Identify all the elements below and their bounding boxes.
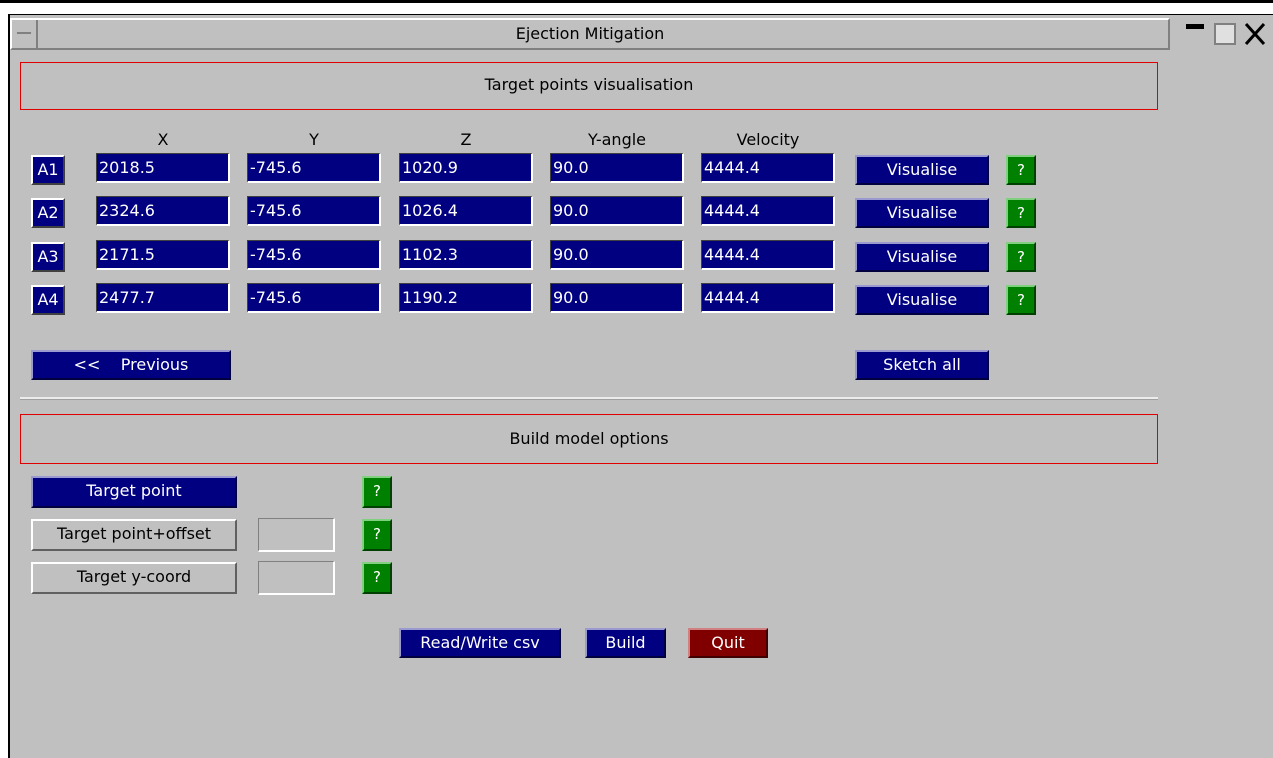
y-angle-field-a4[interactable]: 90.0 — [550, 283, 684, 313]
x-field-a2[interactable]: 2324.6 — [96, 196, 230, 226]
visualise-button-a1[interactable]: Visualise — [855, 155, 989, 185]
y-angle-field-a3[interactable]: 90.0 — [550, 240, 684, 270]
option-target-point[interactable]: Target point — [31, 476, 237, 508]
offset-value-field[interactable] — [258, 518, 335, 552]
option-target-point-offset[interactable]: Target point+offset — [31, 519, 237, 551]
column-header-y-angle: Y-angle — [587, 130, 647, 149]
help-button-a3[interactable]: ? — [1006, 242, 1036, 272]
y-field-a4[interactable]: -745.6 — [247, 283, 381, 313]
help-button-target-point[interactable]: ? — [362, 476, 392, 508]
row-label-a2[interactable]: A2 — [31, 198, 65, 228]
read-write-csv-button[interactable]: Read/Write csv — [399, 628, 561, 658]
help-button-a1[interactable]: ? — [1006, 155, 1036, 185]
section-build-model-options: Build model options — [20, 414, 1158, 464]
help-button-target-y-coord[interactable]: ? — [362, 562, 392, 594]
quit-button[interactable]: Quit — [688, 628, 768, 658]
previous-button[interactable]: << Previous — [31, 350, 231, 380]
section-target-points: Target points visualisation — [20, 62, 1158, 110]
maximize-icon[interactable] — [1212, 18, 1240, 50]
z-field-a2[interactable]: 1026.4 — [399, 196, 533, 226]
x-field-a1[interactable]: 2018.5 — [96, 153, 230, 183]
row-label-a4[interactable]: A4 — [31, 285, 65, 315]
column-header-velocity: Velocity — [736, 130, 800, 149]
x-field-a4[interactable]: 2477.7 — [96, 283, 230, 313]
minimize-icon[interactable] — [1182, 18, 1210, 50]
sketch-all-button[interactable]: Sketch all — [855, 350, 989, 380]
column-header-z: Z — [460, 130, 472, 149]
option-target-y-coord[interactable]: Target y-coord — [31, 562, 237, 594]
visualise-button-a4[interactable]: Visualise — [855, 285, 989, 315]
window-title: Ejection Mitigation — [515, 24, 665, 43]
y-field-a2[interactable]: -745.6 — [247, 196, 381, 226]
close-icon[interactable] — [1242, 18, 1270, 50]
y-angle-field-a2[interactable]: 90.0 — [550, 196, 684, 226]
build-button[interactable]: Build — [585, 628, 666, 658]
column-header-x: X — [157, 130, 169, 149]
section-divider — [20, 397, 1158, 400]
y-field-a1[interactable]: -745.6 — [247, 153, 381, 183]
help-button-a4[interactable]: ? — [1006, 285, 1036, 315]
z-field-a4[interactable]: 1190.2 — [399, 283, 533, 313]
visualise-button-a2[interactable]: Visualise — [855, 198, 989, 228]
z-field-a1[interactable]: 1020.9 — [399, 153, 533, 183]
column-header-y: Y — [309, 130, 319, 149]
y-field-a3[interactable]: -745.6 — [247, 240, 381, 270]
row-label-a1[interactable]: A1 — [31, 155, 65, 185]
help-button-a2[interactable]: ? — [1006, 198, 1036, 228]
row-label-a3[interactable]: A3 — [31, 242, 65, 272]
velocity-field-a2[interactable]: 4444.4 — [701, 196, 835, 226]
x-field-a3[interactable]: 2171.5 — [96, 240, 230, 270]
z-field-a3[interactable]: 1102.3 — [399, 240, 533, 270]
y-angle-field-a1[interactable]: 90.0 — [550, 153, 684, 183]
velocity-field-a4[interactable]: 4444.4 — [701, 283, 835, 313]
velocity-field-a1[interactable]: 4444.4 — [701, 153, 835, 183]
velocity-field-a3[interactable]: 4444.4 — [701, 240, 835, 270]
visualise-button-a3[interactable]: Visualise — [855, 242, 989, 272]
help-button-target-point-offset[interactable]: ? — [362, 519, 392, 551]
window-top-rule — [0, 0, 1273, 3]
y-coord-value-field[interactable] — [258, 561, 335, 595]
